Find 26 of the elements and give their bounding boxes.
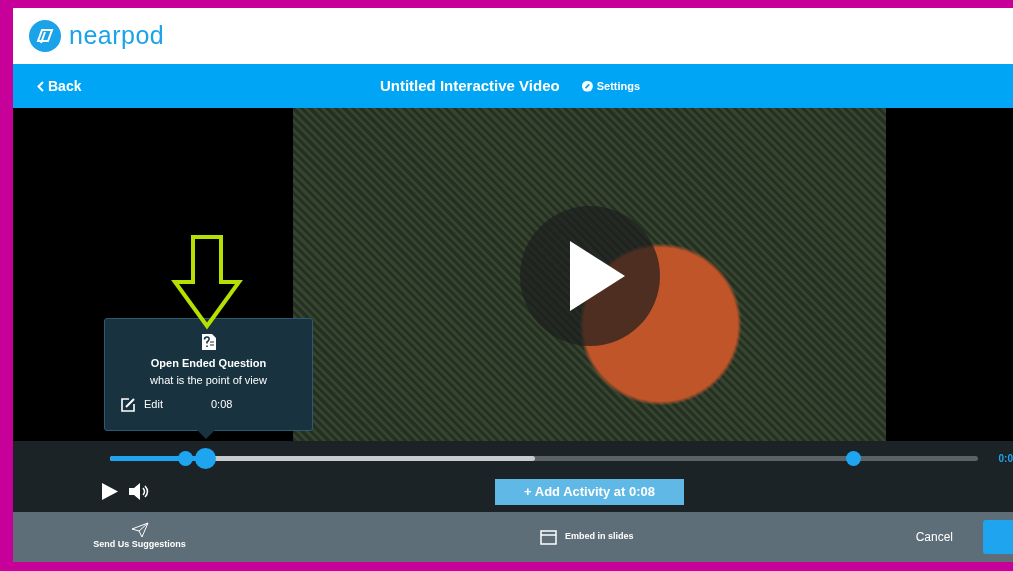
cancel-button[interactable]: Cancel bbox=[909, 527, 959, 547]
settings-icon bbox=[581, 80, 593, 92]
send-suggestions-button[interactable]: Send Us Suggestions bbox=[91, 522, 188, 552]
activity-type: Open Ended Question bbox=[149, 356, 268, 371]
edit-button[interactable]: Edit bbox=[121, 396, 163, 413]
play-icon[interactable] bbox=[102, 483, 118, 500]
activity-marker[interactable] bbox=[846, 451, 861, 466]
timeline-track[interactable] bbox=[110, 456, 978, 461]
activity-time: 0:08 bbox=[210, 397, 233, 412]
activity-question: what is the point of view bbox=[149, 372, 268, 388]
logo-icon bbox=[29, 20, 61, 52]
chevron-left-icon bbox=[37, 81, 44, 93]
window-icon bbox=[540, 529, 557, 545]
current-time: 0:0 bbox=[998, 452, 1013, 466]
question-document-icon bbox=[200, 333, 217, 351]
settings-button[interactable]: Settings bbox=[575, 76, 647, 96]
video-title: Untitled Interactive Video bbox=[379, 75, 560, 96]
volume-icon[interactable] bbox=[129, 483, 150, 500]
play-icon[interactable] bbox=[520, 206, 660, 346]
playhead-handle[interactable] bbox=[195, 448, 217, 469]
send-icon bbox=[130, 522, 149, 539]
edit-icon bbox=[121, 396, 136, 412]
embed-in-slides-button[interactable]: Embed in slides bbox=[540, 529, 634, 545]
back-button[interactable]: Back bbox=[13, 75, 82, 97]
brand-name: nearpod bbox=[69, 20, 165, 52]
activity-marker[interactable] bbox=[177, 451, 193, 466]
